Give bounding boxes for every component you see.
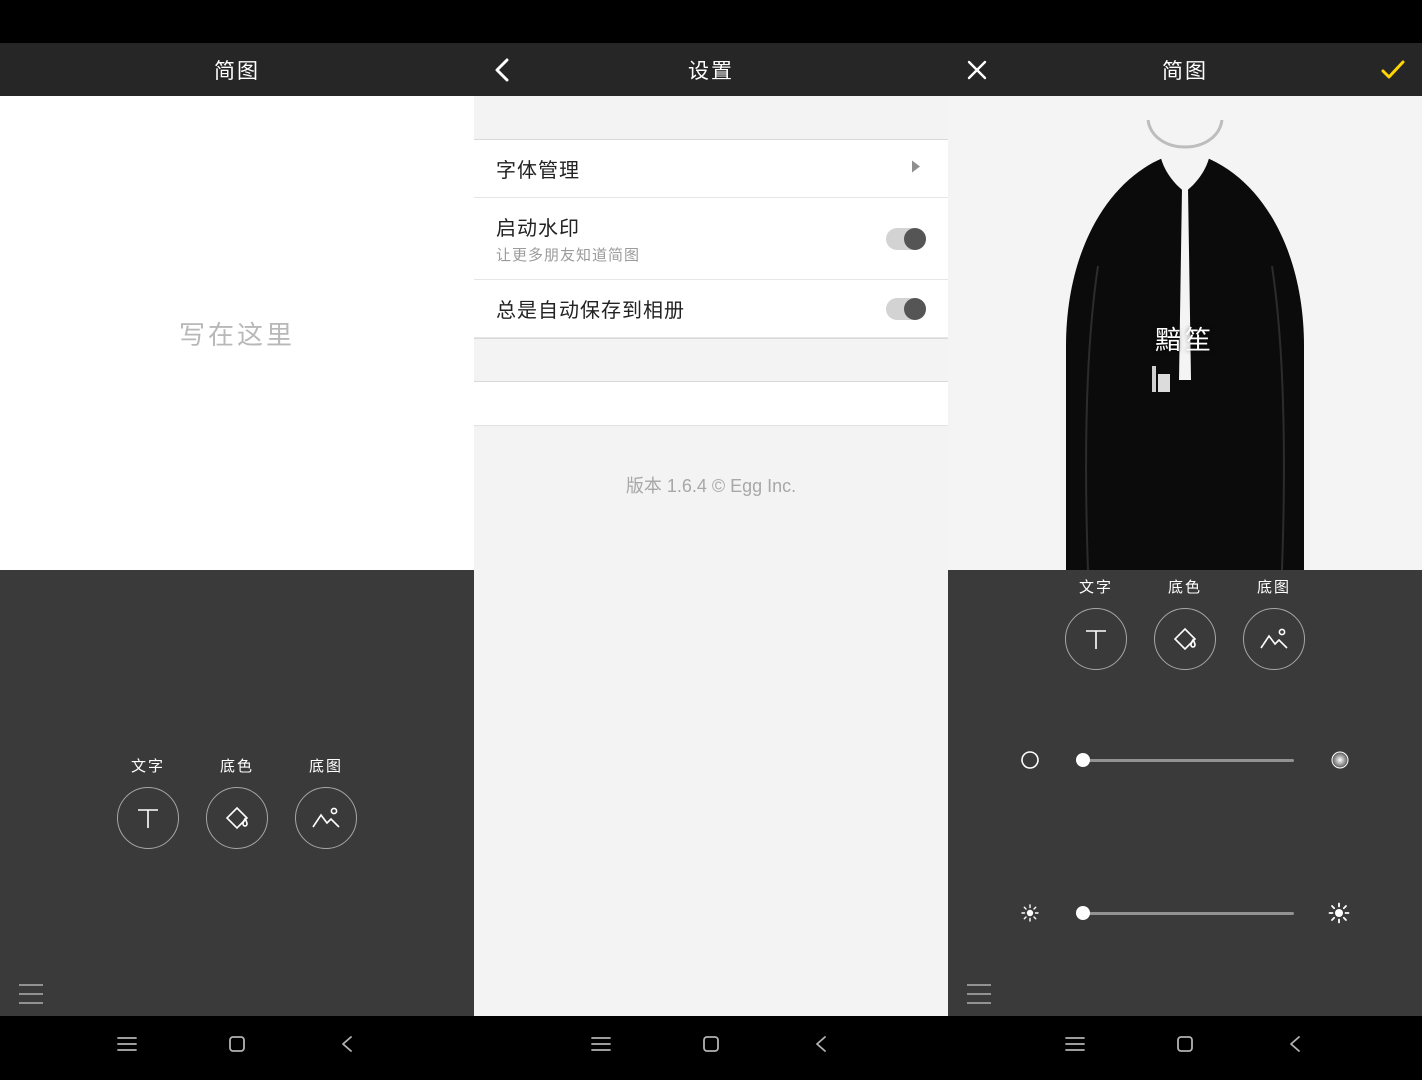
check-icon — [1380, 59, 1406, 81]
editor-canvas[interactable]: 黯笙 — [948, 96, 1422, 570]
row-font-management-title: 字体管理 — [496, 154, 926, 183]
slider-blur-track[interactable] — [1076, 759, 1294, 762]
tool-bg-color-label: 底色 — [220, 755, 254, 776]
row-watermark-sub: 让更多朋友知道简图 — [496, 244, 926, 265]
titlebar: 简图 — [0, 43, 474, 96]
tool-text-label: 文字 — [131, 755, 165, 776]
slider-brightness[interactable] — [1020, 901, 1350, 925]
tool-bg-color-button[interactable] — [206, 787, 268, 849]
close-icon — [966, 59, 988, 81]
letterbox-top — [0, 0, 1422, 43]
bg-color-icon — [223, 804, 251, 832]
nav-recents-icon[interactable] — [1048, 1016, 1102, 1071]
nav-home-icon[interactable] — [1158, 1016, 1212, 1071]
tool-bg-color: 底色 — [1153, 576, 1217, 670]
nav-home-icon[interactable] — [684, 1016, 738, 1071]
toggle-watermark[interactable] — [886, 228, 926, 250]
tool-bg-image: 底图 — [1242, 576, 1306, 670]
tool-text-label: 文字 — [1079, 576, 1113, 597]
pane-editor-empty: 简图 写在这里 文字 底色 — [0, 43, 474, 1016]
tool-text: 文字 — [116, 755, 180, 849]
nav-back-icon[interactable] — [320, 1016, 374, 1071]
close-button[interactable] — [948, 43, 1006, 96]
bg-image-icon — [311, 805, 341, 831]
text-icon — [134, 804, 162, 832]
slider-brightness-thumb[interactable] — [1076, 906, 1090, 920]
version-line: 版本 1.6.4 © Egg Inc. — [474, 426, 948, 498]
slider-blur[interactable] — [1020, 748, 1350, 772]
blur-empty-icon — [1020, 750, 1076, 770]
pane-settings: 设置 字体管理 启动水印 让更多朋友知道简图 总是自动保存到相册 — [474, 43, 948, 1016]
blank-row[interactable] — [474, 382, 948, 426]
os-navbar — [948, 1016, 1422, 1071]
nav-recents-icon[interactable] — [100, 1016, 154, 1071]
tool-panel: 文字 底色 — [0, 570, 474, 1016]
os-navbar — [0, 1016, 474, 1071]
toggle-autosave[interactable] — [886, 298, 926, 320]
editor-placeholder: 写在这里 — [179, 315, 295, 352]
editor-canvas[interactable]: 写在这里 — [0, 96, 474, 570]
brightness-low-icon — [1020, 903, 1076, 923]
os-navbar — [474, 1016, 948, 1071]
row-watermark: 启动水印 让更多朋友知道简图 — [474, 198, 948, 280]
hamburger-icon[interactable] — [967, 984, 991, 1004]
nav-recents-icon[interactable] — [574, 1016, 628, 1071]
page-title: 简图 — [214, 55, 260, 85]
blur-full-icon — [1294, 750, 1350, 770]
titlebar: 设置 — [474, 43, 948, 96]
tool-row: 文字 底色 — [948, 576, 1422, 670]
chevron-left-icon — [493, 56, 513, 84]
titlebar: 简图 — [948, 43, 1422, 96]
tool-bg-image-label: 底图 — [1257, 576, 1291, 597]
section-gap — [474, 338, 948, 382]
settings-body: 字体管理 启动水印 让更多朋友知道简图 总是自动保存到相册 版本 1.6.4 — [474, 96, 948, 1016]
tool-row: 文字 底色 — [0, 755, 474, 849]
tool-panel: 文字 底色 — [948, 570, 1422, 1016]
row-font-management[interactable]: 字体管理 — [474, 140, 948, 198]
text-icon — [1082, 625, 1110, 653]
pane-editor-filled: 简图 — [948, 43, 1422, 1016]
bg-color-icon — [1171, 625, 1199, 653]
chevron-right-icon — [910, 158, 922, 179]
row-autosave-title: 总是自动保存到相册 — [496, 294, 926, 323]
tool-bg-color-label: 底色 — [1168, 576, 1202, 597]
tool-text-button[interactable] — [1065, 608, 1127, 670]
tool-text-button[interactable] — [117, 787, 179, 849]
brightness-high-icon — [1294, 902, 1350, 924]
page-title: 简图 — [1162, 55, 1208, 85]
row-autosave: 总是自动保存到相册 — [474, 280, 948, 338]
section-gap — [474, 96, 948, 140]
hamburger-icon[interactable] — [19, 984, 43, 1004]
overlay-text[interactable]: 黯笙 — [948, 320, 1422, 357]
tool-bg-color: 底色 — [205, 755, 269, 849]
bg-image-icon — [1259, 626, 1289, 652]
slider-brightness-track[interactable] — [1076, 912, 1294, 915]
nav-home-icon[interactable] — [210, 1016, 264, 1071]
nav-back-icon[interactable] — [1268, 1016, 1322, 1071]
slider-blur-thumb[interactable] — [1076, 753, 1090, 767]
row-watermark-title: 启动水印 — [496, 212, 926, 241]
back-button[interactable] — [474, 43, 532, 96]
tool-bg-image-button[interactable] — [295, 787, 357, 849]
page-title: 设置 — [688, 55, 734, 85]
tool-bg-color-button[interactable] — [1154, 608, 1216, 670]
confirm-button[interactable] — [1364, 43, 1422, 96]
tool-text: 文字 — [1064, 576, 1128, 670]
tool-bg-image-button[interactable] — [1243, 608, 1305, 670]
nav-back-icon[interactable] — [794, 1016, 848, 1071]
tool-bg-image: 底图 — [294, 755, 358, 849]
tool-bg-image-label: 底图 — [309, 755, 343, 776]
